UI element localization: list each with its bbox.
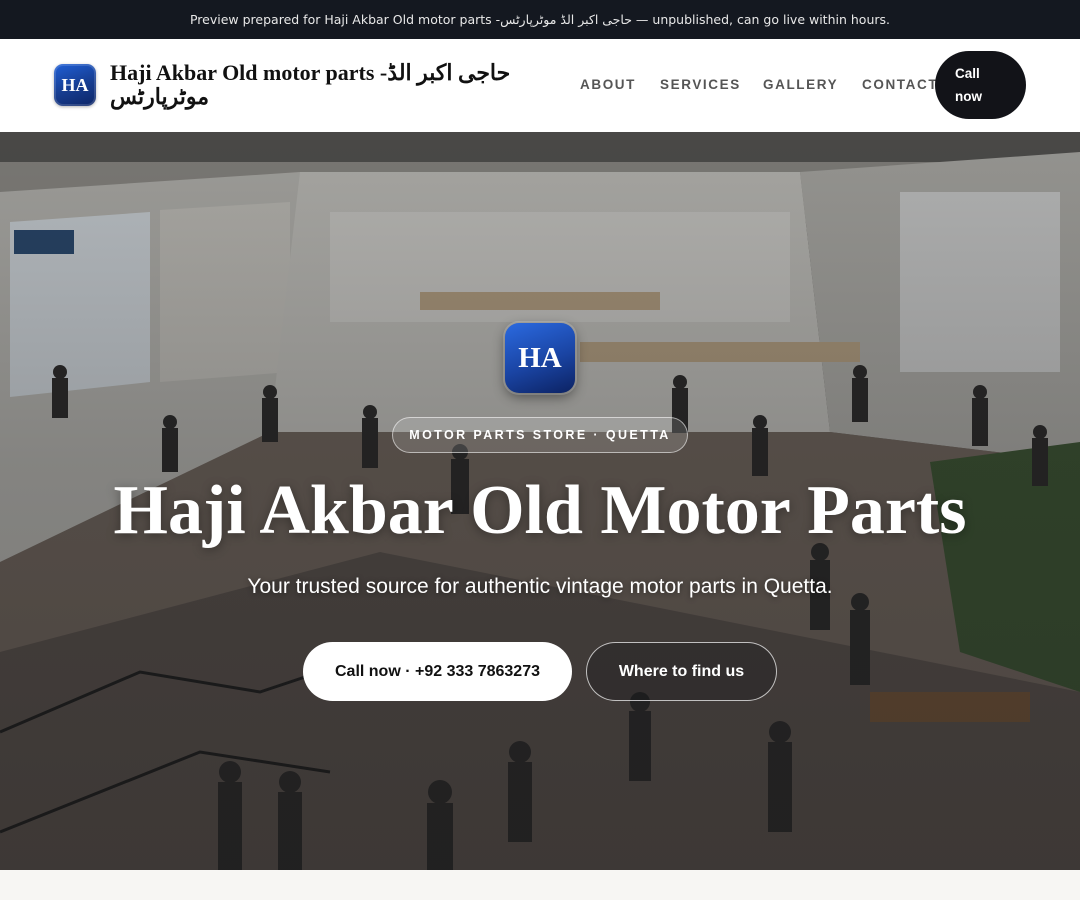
nav-about-link[interactable]: ABOUT xyxy=(580,77,636,92)
brand-logo-initials: HA xyxy=(61,74,89,95)
hero-logo: HA xyxy=(505,323,575,393)
hero-category-badge: MOTOR PARTS STORE · QUETTA xyxy=(392,417,688,453)
brand-name[interactable]: Haji Akbar Old motor parts -حاجی اکبر ال… xyxy=(110,61,540,109)
preview-banner: Preview prepared for Haji Akbar Old moto… xyxy=(0,0,1080,39)
nav-gallery-link[interactable]: GALLERY xyxy=(763,77,838,92)
hero-call-button[interactable]: Call now · +92 333 7863273 xyxy=(303,642,572,701)
nav-services-link[interactable]: SERVICES xyxy=(660,77,741,92)
hero-logo-initials: HA xyxy=(518,341,562,374)
header-call-button[interactable]: Call now xyxy=(935,51,1026,119)
hero-section: HA MOTOR PARTS STORE · QUETTA Haji Akbar… xyxy=(0,132,1080,870)
preview-banner-text: Preview prepared for Haji Akbar Old moto… xyxy=(189,12,890,27)
nav-contact-link[interactable]: CONTACT xyxy=(862,77,938,92)
hero-find-us-button[interactable]: Where to find us xyxy=(586,642,777,701)
site-header: HA Haji Akbar Old motor parts -حاجی اکبر… xyxy=(0,39,1080,132)
brand-logo[interactable]: HA xyxy=(54,64,96,106)
hero-title: Haji Akbar Old Motor Parts xyxy=(113,472,967,549)
next-section-edge xyxy=(0,870,1080,900)
hero-subtitle: Your trusted source for authentic vintag… xyxy=(247,575,833,598)
